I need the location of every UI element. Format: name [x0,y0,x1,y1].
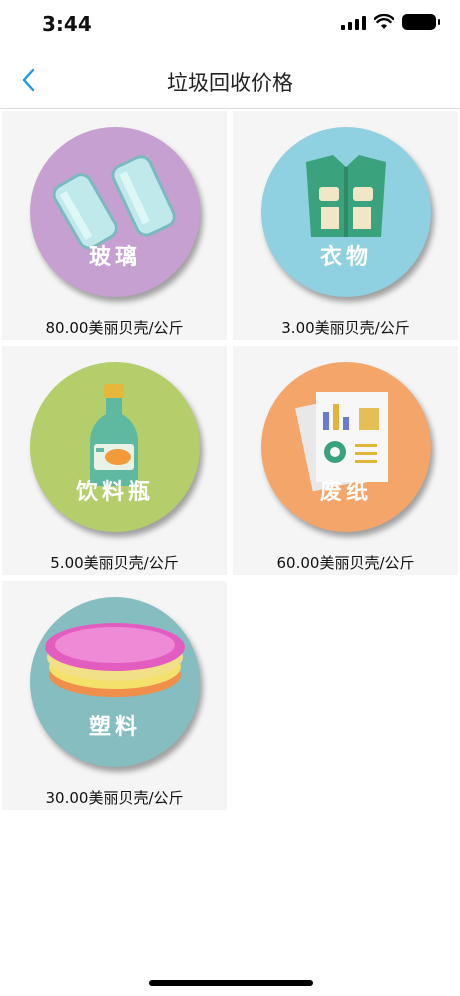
glass-icon: 玻璃 [30,127,200,297]
nav-bar: 垃圾回收价格 [0,52,460,109]
paper-icon: 废纸 [261,362,431,532]
item-label: 饮料瓶 [75,480,154,505]
wifi-icon [374,14,394,29]
home-indicator [149,980,313,986]
item-label: 衣物 [319,245,372,270]
battery-icon [402,14,440,30]
page-title: 垃圾回收价格 [167,71,293,95]
item-label: 玻璃 [88,245,141,270]
cellular-signal-icon [341,14,366,30]
recycle-item-plastic[interactable]: 塑料 30.00美丽贝壳/公斤 [2,581,227,810]
status-time: 3:44 [42,12,92,36]
item-label: 塑料 [88,715,141,740]
item-price: 5.00美丽贝壳/公斤 [50,554,179,572]
item-price: 3.00美丽贝壳/公斤 [281,319,410,337]
item-price: 60.00美丽贝壳/公斤 [276,554,415,572]
recycle-item-clothes[interactable]: 衣物 3.00美丽贝壳/公斤 [233,111,458,340]
status-icons [341,14,440,30]
bottle-icon: 饮料瓶 [30,362,200,532]
recycle-item-glass[interactable]: 玻璃 80.00美丽贝壳/公斤 [2,111,227,340]
status-bar: 3:44 [0,0,460,50]
item-label: 废纸 [319,480,372,505]
recycle-item-paper[interactable]: 废纸 60.00美丽贝壳/公斤 [233,346,458,575]
item-price: 80.00美丽贝壳/公斤 [45,319,184,337]
recycle-item-bottle[interactable]: 饮料瓶 5.00美丽贝壳/公斤 [2,346,227,575]
clothes-icon: 衣物 [261,127,431,297]
plastic-icon: 塑料 [30,597,200,767]
item-price: 30.00美丽贝壳/公斤 [45,789,184,807]
